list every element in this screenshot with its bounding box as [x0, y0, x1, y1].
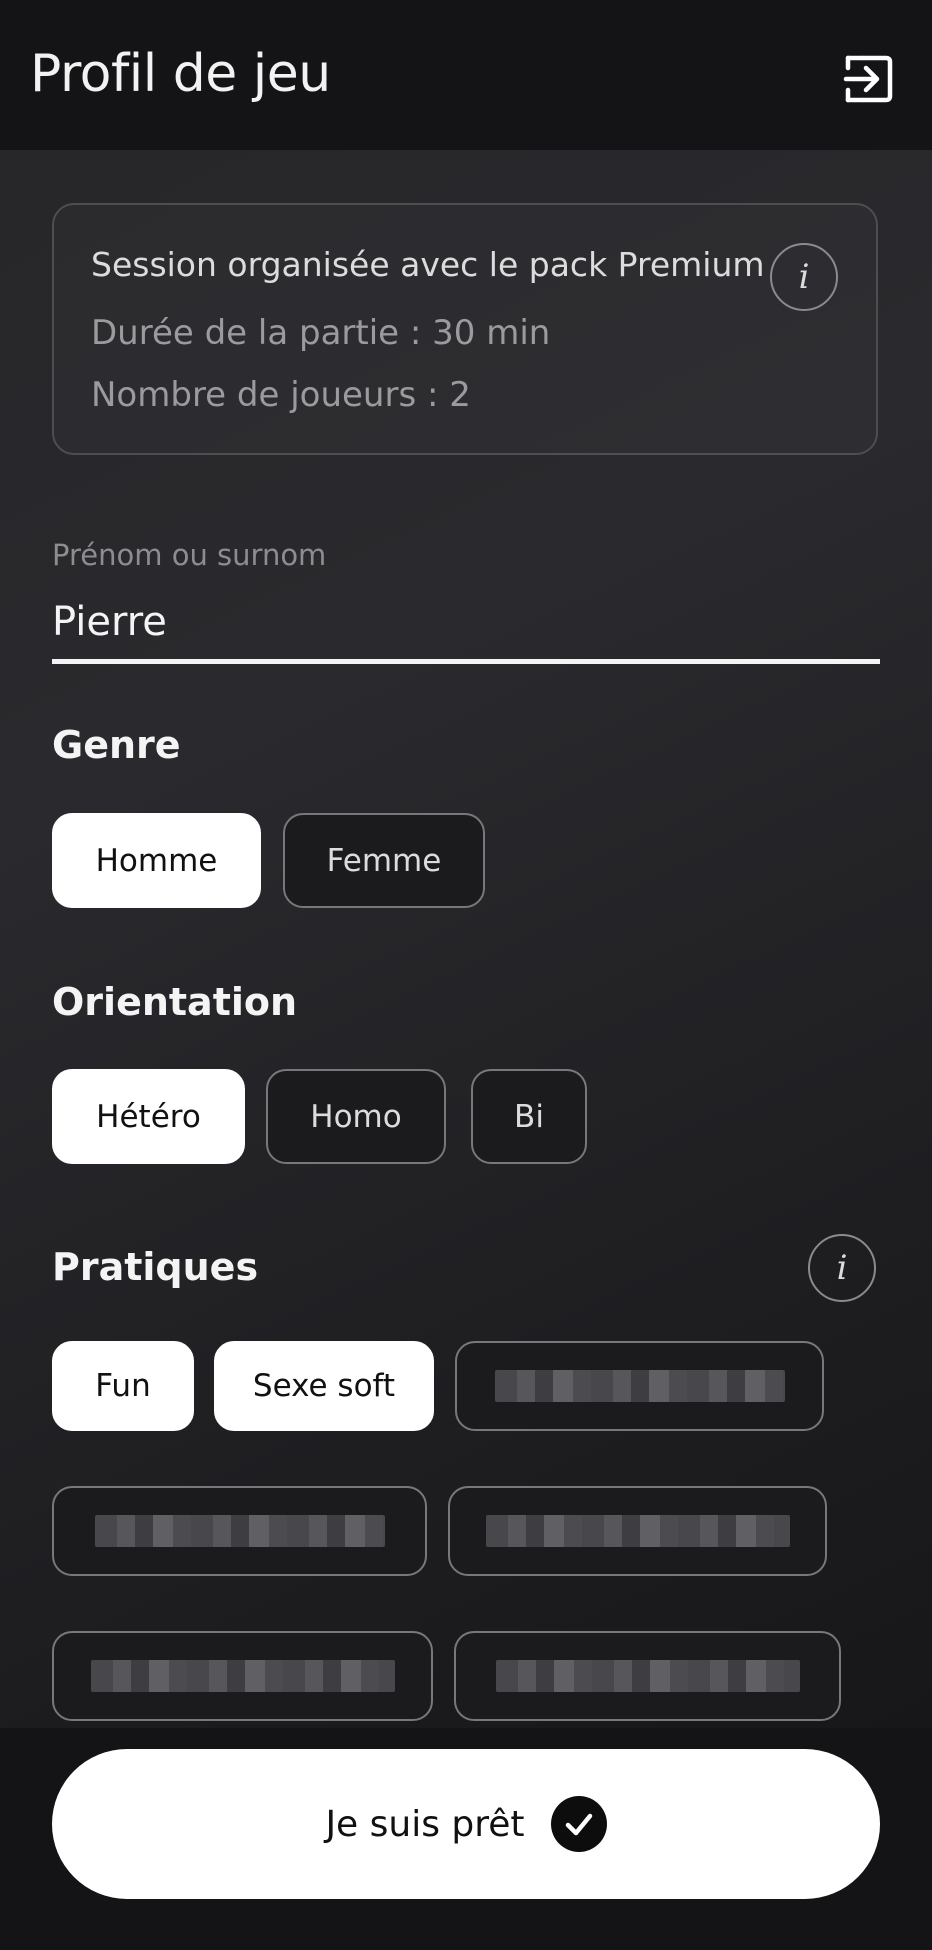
- pratiques-info-button[interactable]: i: [808, 1234, 876, 1302]
- pratique-option-redacted[interactable]: [455, 1341, 824, 1431]
- pratique-option-sexe-soft[interactable]: Sexe soft: [214, 1341, 434, 1431]
- game-profile-screen: Profil de jeu Session organisée avec le …: [0, 0, 932, 1950]
- pratique-option-redacted[interactable]: [52, 1486, 427, 1576]
- session-info-card: Session organisée avec le pack Premium D…: [52, 203, 878, 455]
- redacted-label: [90, 1660, 395, 1692]
- info-icon: i: [798, 257, 810, 297]
- orientation-option-homo[interactable]: Homo: [266, 1069, 446, 1164]
- logout-button[interactable]: [836, 49, 900, 109]
- pratique-option-redacted[interactable]: [52, 1631, 433, 1721]
- check-circle-icon: [550, 1796, 607, 1852]
- top-bar: Profil de jeu: [0, 0, 932, 150]
- session-duration-text: Durée de la partie : 30 min: [91, 313, 551, 353]
- orientation-option-bi[interactable]: Bi: [471, 1069, 587, 1164]
- ready-button[interactable]: Je suis prêt: [52, 1749, 880, 1899]
- pratique-option-fun[interactable]: Fun: [52, 1341, 194, 1431]
- name-input[interactable]: [52, 584, 880, 664]
- pratique-option-redacted[interactable]: [454, 1631, 841, 1721]
- genre-option-femme[interactable]: Femme: [283, 813, 485, 908]
- orientation-option-hetero[interactable]: Hétéro: [52, 1069, 245, 1164]
- genre-section-title: Genre: [52, 723, 181, 767]
- logout-icon: [843, 55, 893, 103]
- pratique-option-redacted[interactable]: [448, 1486, 827, 1576]
- session-players-text: Nombre de joueurs : 2: [91, 375, 471, 415]
- page-title: Profil de jeu: [30, 44, 331, 104]
- redacted-label: [94, 1515, 385, 1547]
- name-field-label: Prénom ou surnom: [52, 538, 327, 572]
- ready-button-label: Je suis prêt: [325, 1803, 525, 1845]
- session-pack-text: Session organisée avec le pack Premium: [91, 245, 765, 284]
- redacted-label: [494, 1370, 785, 1402]
- session-info-button[interactable]: i: [770, 243, 838, 311]
- redacted-label: [485, 1515, 790, 1547]
- genre-option-homme[interactable]: Homme: [52, 813, 261, 908]
- orientation-section-title: Orientation: [52, 980, 298, 1024]
- info-icon: i: [836, 1248, 848, 1288]
- redacted-label: [495, 1660, 800, 1692]
- pratiques-section-title: Pratiques: [52, 1245, 259, 1289]
